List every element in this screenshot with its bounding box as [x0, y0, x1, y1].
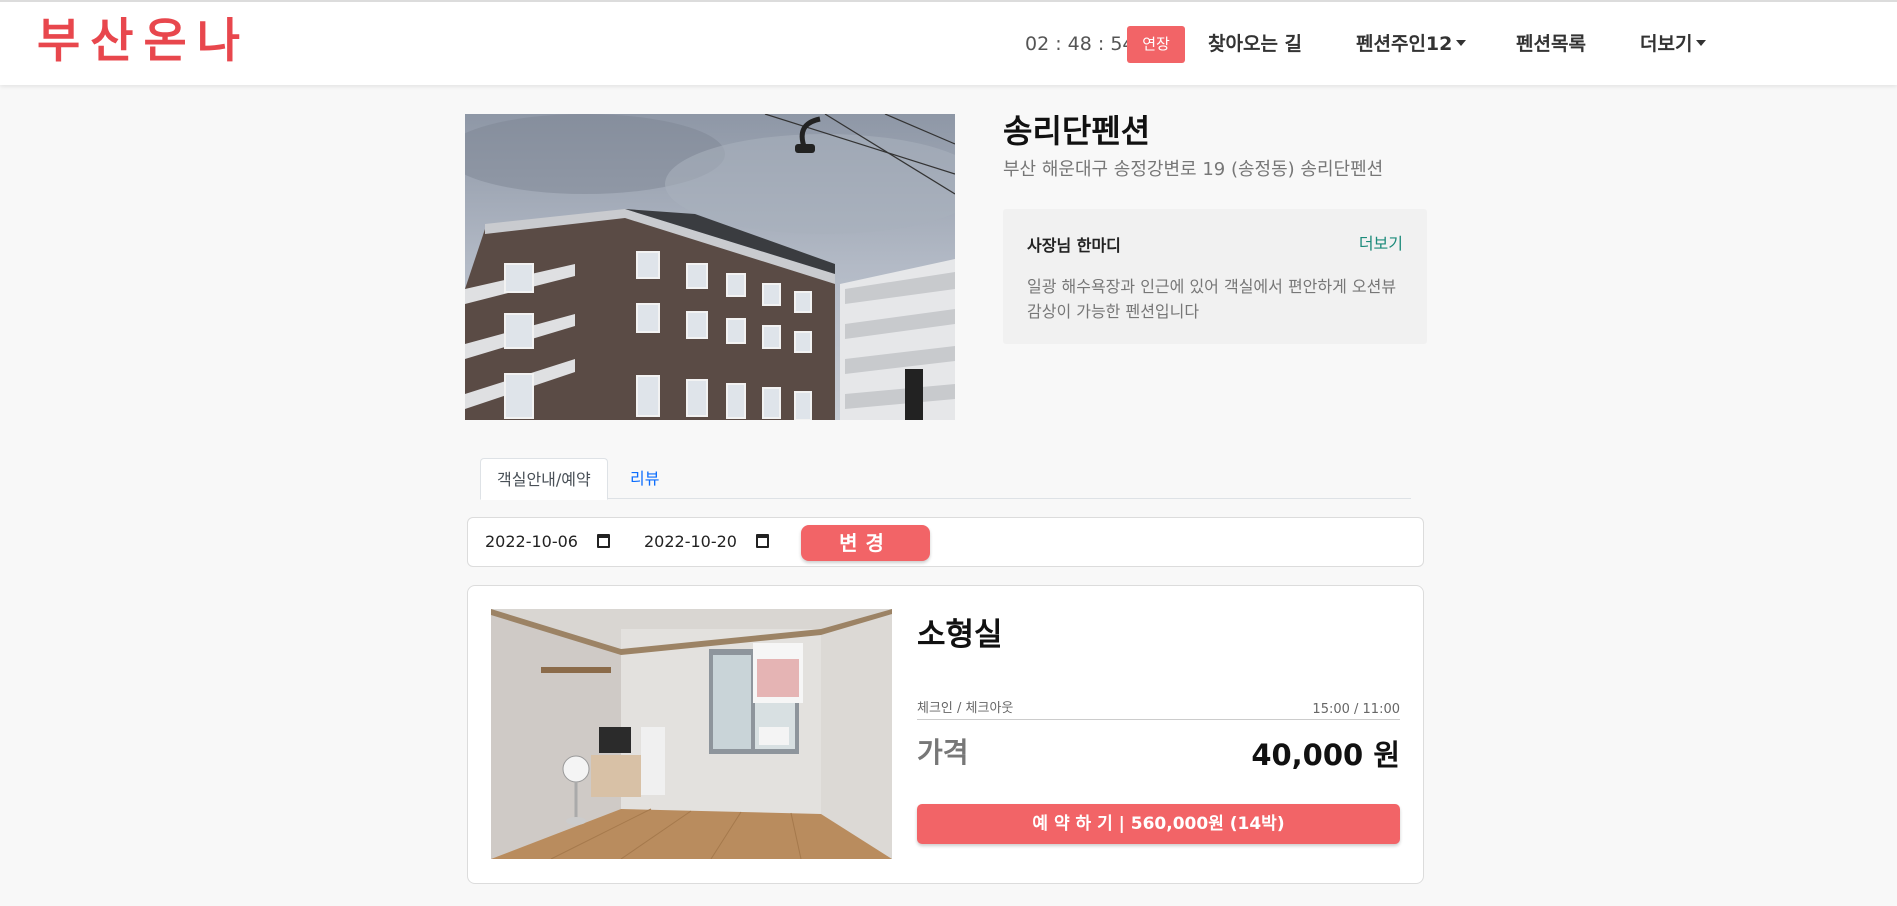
tab-room-reservation[interactable]: 객실안내/예약	[480, 458, 608, 500]
session-timer: 02 : 48 : 54	[1025, 33, 1135, 55]
tab-review[interactable]: 리뷰	[614, 458, 675, 499]
top-navbar: 부산온나 02 : 48 : 54 연장 찾아오는 길 펜션주인12 펜션목록 …	[0, 0, 1897, 85]
tab-bar: 객실안내/예약 리뷰	[480, 458, 1411, 500]
checkin-checkout-value: 15:00 / 11:00	[1312, 702, 1400, 717]
room-photo	[491, 609, 892, 859]
price-label: 가격	[917, 736, 969, 769]
pension-name: 송리단펜션	[1003, 112, 1151, 150]
calendar-icon[interactable]	[597, 534, 610, 548]
nav-pension-list-link[interactable]: 펜션목록	[1516, 31, 1586, 57]
site-logo[interactable]: 부산온나	[37, 14, 250, 70]
caret-down-icon	[1696, 40, 1707, 46]
nav-directions-link[interactable]: 찾아오는 길	[1208, 31, 1302, 57]
nav-owner-label: 펜션주인12	[1356, 33, 1453, 55]
checkin-date-input[interactable]: 2022-10-06	[485, 531, 578, 553]
checkout-date-input[interactable]: 2022-10-20	[644, 531, 737, 553]
extend-session-button[interactable]: 연장	[1127, 26, 1185, 63]
owner-note-title: 사장님 한마디	[1027, 236, 1121, 255]
date-selector: 2022-10-06 2022-10-20 변경	[467, 517, 1424, 567]
change-dates-button[interactable]: 변경	[801, 525, 930, 561]
calendar-icon[interactable]	[756, 534, 769, 548]
owner-note-more-link[interactable]: 더보기	[1359, 233, 1403, 255]
caret-down-icon	[1456, 40, 1467, 46]
price-value: 40,000 원	[1251, 738, 1400, 772]
divider	[917, 719, 1400, 720]
pension-photo	[465, 114, 955, 420]
room-name: 소형실	[917, 617, 1003, 653]
nav-more-dropdown[interactable]: 더보기	[1640, 31, 1707, 57]
pension-address: 부산 해운대구 송정강변로 19 (송정동) 송리단펜션	[1003, 159, 1384, 180]
nav-owner-dropdown[interactable]: 펜션주인12	[1356, 31, 1467, 57]
owner-note-box: 사장님 한마디 더보기 일광 해수욕장과 인근에 있어 객실에서 편안하게 오션…	[1003, 209, 1427, 344]
checkin-checkout-label: 체크인 / 체크아웃	[917, 701, 1014, 716]
room-card: 소형실 체크인 / 체크아웃 15:00 / 11:00 가격 40,000 원…	[467, 585, 1424, 884]
nav-more-label: 더보기	[1640, 33, 1693, 55]
reserve-button[interactable]: 예 약 하 기 | 560,000원 (14박)	[917, 804, 1400, 844]
owner-note-text: 일광 해수욕장과 인근에 있어 객실에서 편안하게 오션뷰 감상이 가능한 펜션…	[1027, 277, 1397, 321]
